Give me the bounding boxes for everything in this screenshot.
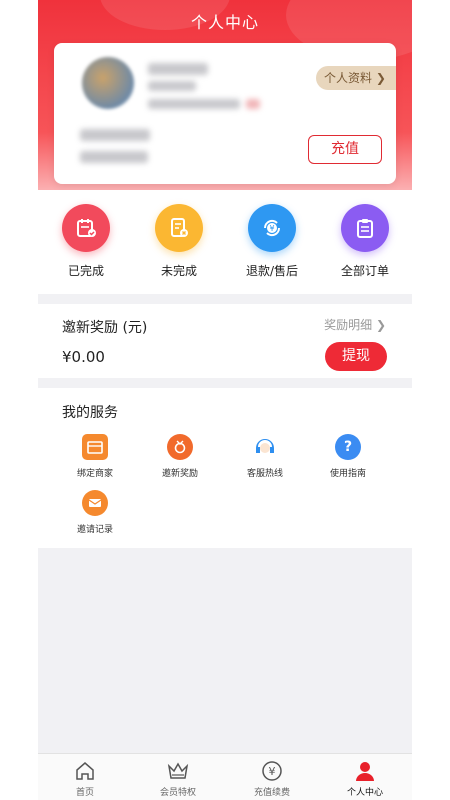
service-label: 绑定商家: [76, 469, 113, 479]
invite-reward-panel: 邀新奖励 (元) 奖励明细 ❯ ¥0.00 提现: [38, 304, 412, 378]
redacted-user-badge: [246, 99, 260, 109]
order-item-label: 全部订单: [340, 264, 389, 278]
help-icon: ?: [335, 434, 361, 460]
redacted-user-info: [148, 99, 240, 109]
redacted-username: [148, 63, 208, 75]
withdraw-button[interactable]: 提现: [325, 342, 387, 371]
tab-home[interactable]: 首页: [50, 760, 120, 798]
reward-title: 邀新奖励 (元): [62, 320, 148, 336]
svg-text:¥: ¥: [269, 224, 274, 233]
order-item-completed[interactable]: 已完成: [46, 204, 126, 279]
services-title: 我的服务: [62, 405, 118, 421]
avatar[interactable]: [82, 57, 134, 109]
service-label: 使用指南: [329, 469, 366, 479]
reward-detail-label: 奖励明细: [324, 318, 373, 332]
reward-detail-link[interactable]: 奖励明细 ❯: [324, 316, 386, 333]
order-shortcuts: 已完成 未完成 ¥ 退款/售后 全部订单: [38, 190, 412, 294]
tab-label: 首页: [75, 788, 94, 798]
service-bind-merchant[interactable]: 绑定商家: [60, 434, 130, 479]
order-item-all[interactable]: 全部订单: [325, 204, 405, 279]
svg-text:¥: ¥: [269, 765, 276, 778]
service-label: 邀请记录: [76, 525, 113, 535]
tab-label: 个人中心: [346, 788, 383, 798]
document-x-icon: [155, 204, 203, 252]
crown-icon: [143, 760, 213, 782]
service-label: 邀新奖励: [161, 469, 198, 479]
bottom-tab-bar: 首页 会员特权 ¥ 充值续费 个人中心: [38, 753, 412, 800]
chevron-right-icon: ❯: [375, 71, 386, 85]
redacted-balance: [80, 129, 150, 141]
service-label: 客服热线: [246, 469, 283, 479]
profile-info-label: 个人资料: [324, 71, 373, 85]
chevron-right-icon: ❯: [375, 318, 386, 332]
order-item-incomplete[interactable]: 未完成: [139, 204, 219, 279]
tab-label: 充值续费: [253, 788, 290, 798]
service-user-guide[interactable]: ? 使用指南: [313, 434, 383, 479]
customer-service-icon: [252, 434, 278, 460]
clipboard-icon: [341, 204, 389, 252]
recharge-button[interactable]: 充值: [308, 135, 382, 164]
profile-info-button[interactable]: 个人资料 ❯: [316, 66, 396, 90]
service-invite-records[interactable]: 邀请记录: [60, 490, 130, 535]
order-item-label: 未完成: [160, 264, 197, 278]
order-item-label: 已完成: [67, 264, 104, 278]
tab-recharge[interactable]: ¥ 充值续费: [237, 760, 307, 798]
store-icon: [82, 434, 108, 460]
person-icon: [330, 760, 400, 782]
redacted-balance: [80, 151, 148, 163]
service-invite-reward[interactable]: 邀新奖励: [145, 434, 215, 479]
tab-profile[interactable]: 个人中心: [330, 760, 400, 798]
medal-icon: [167, 434, 193, 460]
refund-yen-icon: ¥: [248, 204, 296, 252]
reward-amount: ¥0.00: [62, 348, 105, 366]
app-screen: 个人中心 个人资料 ❯ 充值 已完成 未完成 ¥ 退款/售后 全部订单 邀新奖励…: [38, 0, 412, 800]
yen-icon: ¥: [237, 760, 307, 782]
service-customer-hotline[interactable]: 客服热线: [230, 434, 300, 479]
redacted-user-info: [148, 81, 196, 91]
calendar-check-icon: [62, 204, 110, 252]
envelope-icon: [82, 490, 108, 516]
order-item-label: 退款/售后: [245, 264, 299, 278]
page-title: 个人中心: [190, 13, 259, 32]
home-icon: [50, 760, 120, 782]
my-services-panel: 我的服务 绑定商家 邀新奖励 客服热线 ? 使用指南 邀请记录: [38, 388, 412, 548]
order-item-refund[interactable]: ¥ 退款/售后: [232, 204, 312, 279]
tab-membership[interactable]: 会员特权: [143, 760, 213, 798]
tab-label: 会员特权: [159, 788, 196, 798]
